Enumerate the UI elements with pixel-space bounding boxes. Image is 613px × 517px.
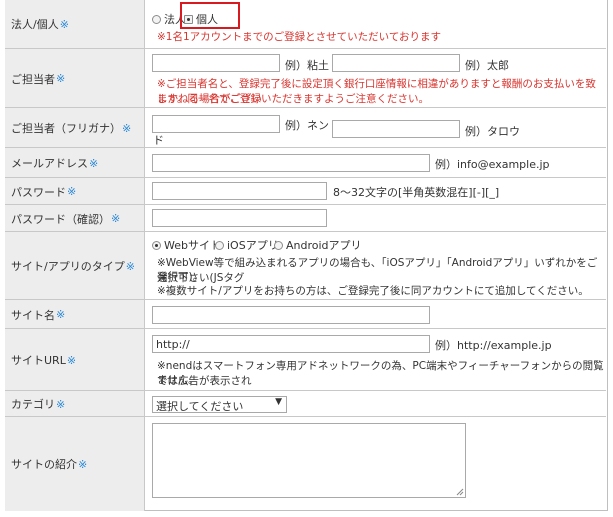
first-name-kana-example: 例）タロウ [465,125,520,138]
url-note-line2: ません。 [157,374,199,386]
radio-label: iOSアプリ [227,239,279,252]
field-label: パスワード ※ [5,178,145,205]
password-hint: 8～32文字の[半角英数混在][-][_] [333,186,500,199]
label-text: メールアドレス [11,157,88,170]
required-mark: ※ [89,156,99,170]
url-note-line1: ※nendはスマートフォン専用アドネットワークの為、PC端末やフィーチャーフォン… [157,360,604,387]
row-password: パスワード ※ 8～32文字の[半角英数混在][-][_] [5,177,606,205]
required-mark: ※ [111,212,121,225]
field-label: サイト名 ※ [5,300,145,329]
multiple-site-note: ※複数サイト/アプリをお持ちの方は、ご登録完了後に同アカウントにて追加してくださ… [157,285,589,297]
site-intro-textarea[interactable] [152,423,466,498]
row-site-type: サイト/アプリのタイプ ※ Webサイト iOSアプリ Androidアプリ ※W… [5,231,606,300]
field-label: パスワード（確認） ※ [5,205,145,232]
row-corp-indiv: 法人/個人 ※ 法人 個人 ※1名1アカウントまでのご登録とさせていただいておりま… [5,0,606,48]
label-text: ご担当者 [11,72,55,86]
email-example: 例）info@example.jp [435,158,550,171]
required-mark: ※ [66,353,77,367]
radio-icon [152,15,161,24]
label-text: サイトの紹介 [11,458,77,471]
site-name-input[interactable] [152,306,430,324]
radio-label: Webサイト [164,239,221,252]
label-text: サイト名 [11,308,55,322]
row-site-intro: サイトの紹介 ※ [5,416,606,511]
required-mark: ※ [56,72,66,85]
row-email: メールアドレス ※ 例）info@example.jp [5,147,606,178]
field-label: カテゴリ ※ [5,391,145,417]
row-site-url: サイトURL※ 例）http://example.jp ※nendはスマートフォ… [5,328,606,391]
last-name-kana-input[interactable] [152,115,280,133]
required-mark: ※ [56,397,66,411]
label-text: パスワード [11,185,66,199]
highlight-box [180,2,240,29]
radio-label: Androidアプリ [286,239,362,252]
label-text: パスワード（確認） [11,212,110,226]
category-select[interactable]: 選択してください ▼ [152,396,287,413]
field-label: ご担当者 ※ [5,49,145,108]
field-label: サイトの紹介 ※ [5,417,145,511]
first-name-input[interactable] [332,54,460,72]
row-site-name: サイト名 ※ [5,299,606,329]
required-mark: ※ [59,17,69,31]
name-warning-line2: ます。同一名でご登録いただきますようご注意ください。 [157,93,429,105]
webview-note-line1: ※WebView等で組み込まれるアプリの場合も、「iOSアプリ」「Android… [157,257,598,284]
required-mark: ※ [67,185,77,198]
site-url-example: 例）http://example.jp [435,339,552,352]
radio-web[interactable]: Webサイト [152,237,221,253]
required-mark: ※ [78,457,88,471]
last-name-input[interactable] [152,54,280,72]
last-name-kana-example-wrap: ド [153,134,164,147]
field-label: サイト/アプリのタイプ ※ [5,232,145,300]
row-kana: ご担当者（フリガナ） ※ 例）ネン ド 例）タロウ [5,107,606,148]
row-password-confirm: パスワード（確認） ※ [5,204,606,232]
first-name-kana-input[interactable] [332,120,460,138]
password-confirm-input[interactable] [152,209,327,227]
required-mark: ※ [125,259,135,273]
webview-note-line2: 発行可)。 [157,271,204,283]
radio-android[interactable]: Androidアプリ [274,237,362,253]
field-label: 法人/個人 ※ [5,0,145,48]
radio-icon [152,241,161,250]
email-input[interactable] [152,154,430,172]
last-name-example: 例）粘土 [285,59,329,72]
resize-handle-icon[interactable] [456,488,464,496]
label-text: カテゴリ [11,398,55,411]
field-label: メールアドレス ※ [5,148,145,178]
radio-icon [215,241,224,250]
row-category: カテゴリ ※ [5,390,606,417]
category-selected-value: 選択してください [156,400,244,413]
row-person: ご担当者 ※ 例）粘土 例）太郎 ※ご担当者名と、登録完了後に設定頂く銀行口座情報… [5,48,606,108]
account-limit-note: ※1名1アカウントまでのご登録とさせていただいております [157,31,442,43]
radio-ios[interactable]: iOSアプリ [215,237,279,253]
triangle-down-icon: ▼ [275,397,282,407]
site-url-input[interactable] [152,335,430,353]
last-name-kana-example: 例）ネン [285,119,329,132]
radio-icon [274,241,283,250]
label-text: ご担当者（フリガナ） [11,122,121,135]
label-text: サイト/アプリのタイプ [11,260,125,273]
required-mark: ※ [122,121,132,135]
field-label: ご担当者（フリガナ） ※ [5,108,145,148]
label-text: 法人/個人 [11,18,59,31]
label-text: サイトURL [11,354,66,367]
required-mark: ※ [56,308,66,321]
first-name-example: 例）太郎 [465,59,509,72]
field-label: サイトURL ※ [5,329,145,391]
password-input[interactable] [152,182,327,200]
